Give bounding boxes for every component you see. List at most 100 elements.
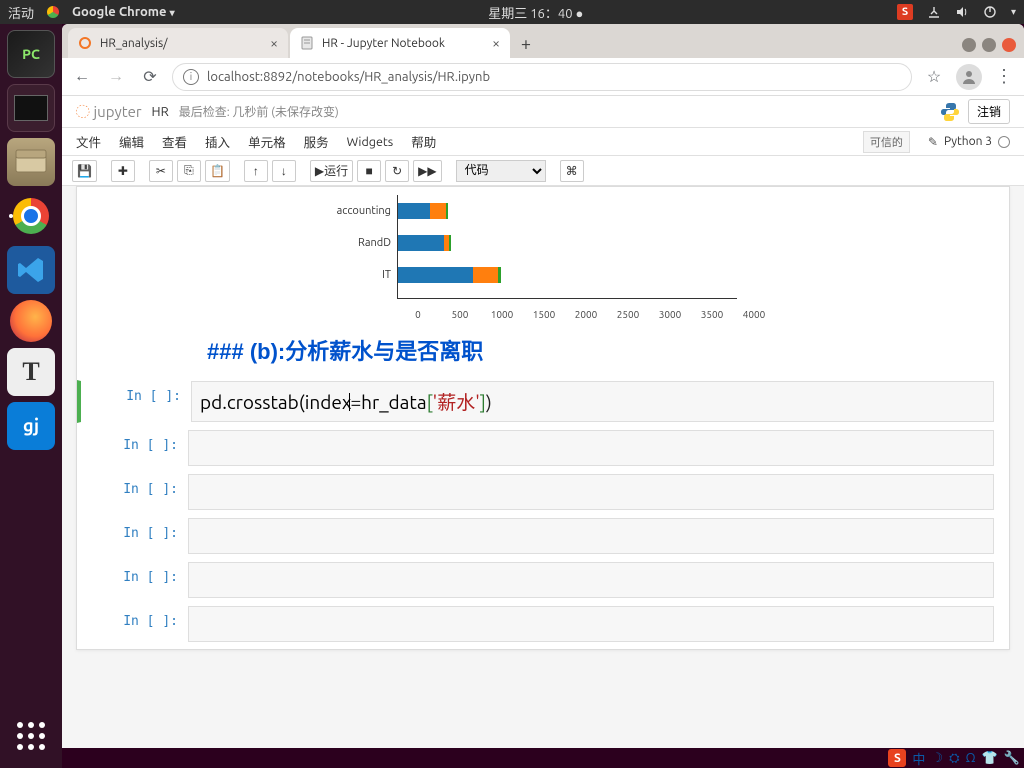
chart-ylabel: accounting xyxy=(337,195,391,227)
code-cell[interactable]: In [ ]: xyxy=(77,429,1009,467)
tab-strip: HR_analysis/ × HR - Jupyter Notebook × + xyxy=(62,24,1024,58)
move-up-button[interactable]: ↑ xyxy=(244,160,268,182)
command-palette-button[interactable]: ⌘ xyxy=(560,160,584,182)
ubuntu-launcher: PC T gj xyxy=(0,24,62,768)
window-maximize-icon[interactable] xyxy=(982,38,996,52)
sogou-ime-icon[interactable]: S xyxy=(897,4,913,20)
code-input[interactable] xyxy=(188,430,994,466)
code-input[interactable] xyxy=(188,606,994,642)
launcher-archive[interactable] xyxy=(7,138,55,186)
edit-icon: ✎ xyxy=(928,135,938,149)
save-button[interactable]: 💾 xyxy=(72,160,97,182)
paste-button[interactable]: 📋 xyxy=(205,160,230,182)
ime-item[interactable]: 👕 xyxy=(982,751,998,766)
copy-button[interactable]: ⎘ xyxy=(177,160,201,182)
network-icon[interactable] xyxy=(927,5,941,19)
code-cell[interactable]: In [ ]: xyxy=(77,473,1009,511)
code-input[interactable] xyxy=(188,562,994,598)
notebook-area[interactable]: accounting RandD IT 0 500 1000 1500 xyxy=(62,186,1024,748)
ime-item[interactable]: 中 xyxy=(912,749,925,768)
launcher-vscode[interactable] xyxy=(7,246,55,294)
code-cell[interactable]: In [ ]: xyxy=(77,517,1009,555)
ime-item[interactable]: Ω xyxy=(965,751,975,765)
menu-edit[interactable]: 编辑 xyxy=(119,132,144,151)
notebook-favicon-icon xyxy=(300,36,314,50)
omnibox[interactable]: i localhost:8892/notebooks/HR_analysis/H… xyxy=(172,63,912,91)
menu-file[interactable]: 文件 xyxy=(76,132,101,151)
launcher-dictionary[interactable]: gj xyxy=(7,402,55,450)
launcher-text-editor[interactable]: T xyxy=(7,348,55,396)
code-input[interactable]: pd.crosstab(index=hr_data['薪水']) xyxy=(191,381,994,422)
code-cell[interactable]: In [ ]: pd.crosstab(index=hr_data['薪水']) xyxy=(77,380,1009,423)
new-tab-button[interactable]: + xyxy=(512,30,540,58)
restart-button[interactable]: ↻ xyxy=(385,160,409,182)
code-cell[interactable]: In [ ]: xyxy=(77,605,1009,643)
ime-tray[interactable]: S 中 ☽ ⛭ Ω 👕 🔧 xyxy=(888,748,1020,768)
clock[interactable]: 星期三 16：40 ● xyxy=(175,3,897,22)
ime-item[interactable]: ☽ xyxy=(931,751,943,766)
run-button[interactable]: ▶ 运行 xyxy=(310,160,353,182)
code-input[interactable] xyxy=(188,518,994,554)
browser-tab[interactable]: HR_analysis/ × xyxy=(68,28,288,58)
back-button[interactable]: ← xyxy=(70,65,94,89)
tab-close-icon[interactable]: × xyxy=(270,35,278,51)
chart-xaxis: 0 500 1000 1500 2000 2500 3000 3500 4000 xyxy=(77,309,1009,320)
launcher-apps-grid-icon[interactable] xyxy=(11,716,51,756)
code-cell[interactable]: In [ ]: xyxy=(77,561,1009,599)
kernel-status-icon xyxy=(998,136,1010,148)
interrupt-button[interactable]: ■ xyxy=(357,160,381,182)
cell-prompt: In [ ]: xyxy=(78,562,188,598)
cell-prompt: In [ ]: xyxy=(78,518,188,554)
jupyter-favicon-icon xyxy=(78,36,92,50)
tab-close-icon[interactable]: × xyxy=(492,35,500,51)
launcher-pycharm[interactable]: PC xyxy=(7,30,55,78)
notebook-title[interactable]: HR xyxy=(152,105,169,119)
bookmark-star-icon[interactable]: ☆ xyxy=(922,65,946,89)
celltype-select[interactable]: 代码 xyxy=(456,160,546,182)
chrome-menu-icon[interactable]: ⋮ xyxy=(992,65,1016,89)
ime-item[interactable]: 🔧 xyxy=(1004,751,1020,766)
trusted-indicator[interactable]: 可信的 xyxy=(863,131,910,153)
markdown-cell[interactable]: ### (b):分析薪水与是否离职 xyxy=(77,320,1009,380)
system-menu-chevron-icon[interactable]: ▾ xyxy=(1011,6,1016,18)
window-controls xyxy=(962,38,1024,58)
logout-button[interactable]: 注销 xyxy=(968,99,1010,124)
code-input[interactable] xyxy=(188,474,994,510)
move-down-button[interactable]: ↓ xyxy=(272,160,296,182)
window-close-icon[interactable] xyxy=(1002,38,1016,52)
profile-avatar-icon[interactable] xyxy=(956,64,982,90)
python-logo-icon xyxy=(940,102,960,122)
browser-tab[interactable]: HR - Jupyter Notebook × xyxy=(290,28,510,58)
sogou-icon[interactable]: S xyxy=(888,749,906,767)
launcher-terminal[interactable] xyxy=(7,84,55,132)
window-minimize-icon[interactable] xyxy=(962,38,976,52)
menu-help[interactable]: 帮助 xyxy=(411,132,436,151)
kernel-indicator[interactable]: ✎ Python 3 xyxy=(928,135,1010,149)
cell-prompt: In [ ]: xyxy=(78,430,188,466)
tab-title: HR_analysis/ xyxy=(100,37,168,50)
url-text: localhost:8892/notebooks/HR_analysis/HR.… xyxy=(207,70,490,84)
volume-icon[interactable] xyxy=(955,5,969,19)
ime-item[interactable]: ⛭ xyxy=(949,751,959,766)
launcher-chrome[interactable] xyxy=(7,192,55,240)
activities-button[interactable]: 活动 xyxy=(8,3,34,22)
cut-button[interactable]: ✂ xyxy=(149,160,173,182)
site-info-icon[interactable]: i xyxy=(183,69,199,85)
add-cell-button[interactable]: ✚ xyxy=(111,160,135,182)
menu-kernel[interactable]: 服务 xyxy=(304,132,329,151)
restart-run-button[interactable]: ▶▶ xyxy=(413,160,441,182)
menu-widgets[interactable]: Widgets xyxy=(347,135,394,149)
cell-prompt: In [ ]: xyxy=(78,474,188,510)
menu-view[interactable]: 查看 xyxy=(162,132,187,151)
menu-cell[interactable]: 单元格 xyxy=(248,132,286,151)
forward-button[interactable]: → xyxy=(104,65,128,89)
reload-button[interactable]: ⟳ xyxy=(138,65,162,89)
jupyter-logo[interactable]: ◌ jupyter xyxy=(76,103,142,121)
power-icon[interactable] xyxy=(983,5,997,19)
last-checkpoint: 最后检查: 几秒前 (未保存改变) xyxy=(179,103,339,120)
launcher-firefox[interactable] xyxy=(10,300,52,342)
menu-insert[interactable]: 插入 xyxy=(205,132,230,151)
active-app-label[interactable]: Google Chrome ▾ xyxy=(72,5,175,19)
chrome-indicator-icon xyxy=(46,5,60,19)
cell-prompt: In [ ]: xyxy=(81,381,191,422)
